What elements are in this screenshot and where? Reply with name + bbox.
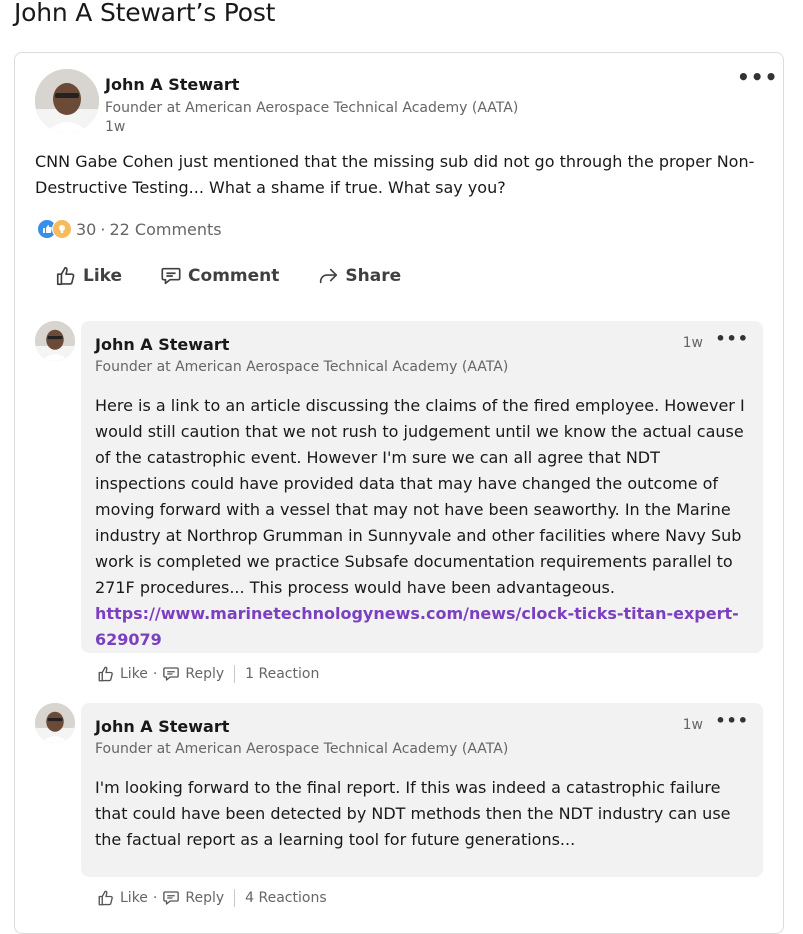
comment-author-name[interactable]: John A Stewart (95, 717, 229, 736)
comment-body: Here is a link to an article discussing … (95, 393, 745, 653)
divider (234, 665, 236, 683)
comment-actions: Like · Reply 1 Reaction (97, 665, 319, 683)
post-body-text: CNN Gabe Cohen just mentioned that the m… (35, 152, 755, 197)
share-button[interactable]: Share (317, 265, 401, 287)
comment-text: I'm looking forward to the final report.… (95, 778, 731, 849)
speech-bubble-icon (161, 267, 181, 285)
separator-dot: · (152, 666, 158, 682)
divider (234, 889, 236, 907)
share-arrow-icon (320, 268, 338, 284)
comment-author-avatar[interactable] (35, 321, 75, 361)
thumbs-up-icon (98, 666, 113, 682)
reaction-icons[interactable] (37, 219, 72, 239)
comment-reaction-count[interactable]: 1 Reaction (245, 666, 319, 682)
comment-author-name[interactable]: John A Stewart (95, 335, 229, 354)
reaction-count[interactable]: 30 (76, 220, 96, 239)
like-button[interactable]: Like (55, 265, 122, 287)
comment-author-headline: Founder at American Aerospace Technical … (95, 359, 509, 375)
comment-reply-button[interactable]: Reply (162, 889, 224, 907)
comment-reaction-count[interactable]: 4 Reactions (245, 890, 326, 906)
comment-button-label: Comment (188, 266, 280, 286)
post-social-counts: 30 · 22 Comments (37, 219, 222, 239)
comment-like-button[interactable]: Like (97, 889, 148, 907)
comment-actions: Like · Reply 4 Reactions (97, 889, 327, 907)
author-avatar[interactable] (35, 69, 99, 133)
thumbs-up-icon (56, 266, 75, 286)
comment-reply-label: Reply (185, 890, 225, 906)
comment-timestamp: 1w (682, 335, 703, 351)
comment-article-link[interactable]: https://www.marinetechnologynews.com/new… (95, 604, 739, 649)
comment-like-label: Like (120, 666, 148, 682)
separator-dot: · (152, 890, 158, 906)
thumbs-up-icon (98, 890, 113, 906)
comment-button[interactable]: Comment (160, 265, 279, 287)
comment-bubble: John A Stewart Founder at American Aeros… (81, 703, 763, 877)
post-action-bar: Like Comment Share (55, 265, 439, 287)
comment-timestamp: 1w (682, 717, 703, 733)
comment-author-headline: Founder at American Aerospace Technical … (95, 741, 509, 757)
post-timestamp: 1w (105, 119, 126, 135)
comment-like-label: Like (120, 890, 148, 906)
speech-bubble-icon (163, 667, 180, 681)
share-button-label: Share (345, 266, 402, 286)
separator-dot: · (100, 219, 106, 239)
comment-bubble: John A Stewart Founder at American Aeros… (81, 321, 763, 653)
author-name[interactable]: John A Stewart (105, 75, 239, 94)
comment-reply-button[interactable]: Reply (162, 665, 224, 683)
like-button-label: Like (83, 266, 123, 286)
page-title: John A Stewart’s Post (14, 0, 276, 27)
comment-more-options-button[interactable]: ••• (715, 329, 749, 348)
post-more-options-button[interactable]: ••• (737, 65, 778, 89)
speech-bubble-icon (163, 891, 180, 905)
comment-more-options-button[interactable]: ••• (715, 711, 749, 730)
comment-text: Here is a link to an article discussing … (95, 396, 745, 597)
comment-reply-label: Reply (185, 666, 225, 682)
comments-count-link[interactable]: 22 Comments (109, 220, 221, 239)
comment-like-button[interactable]: Like (97, 665, 148, 683)
insightful-reaction-icon (52, 219, 72, 239)
author-headline: Founder at American Aerospace Technical … (105, 100, 519, 116)
post-card: John A Stewart Founder at American Aeros… (14, 52, 784, 934)
comment-author-avatar[interactable] (35, 703, 75, 743)
